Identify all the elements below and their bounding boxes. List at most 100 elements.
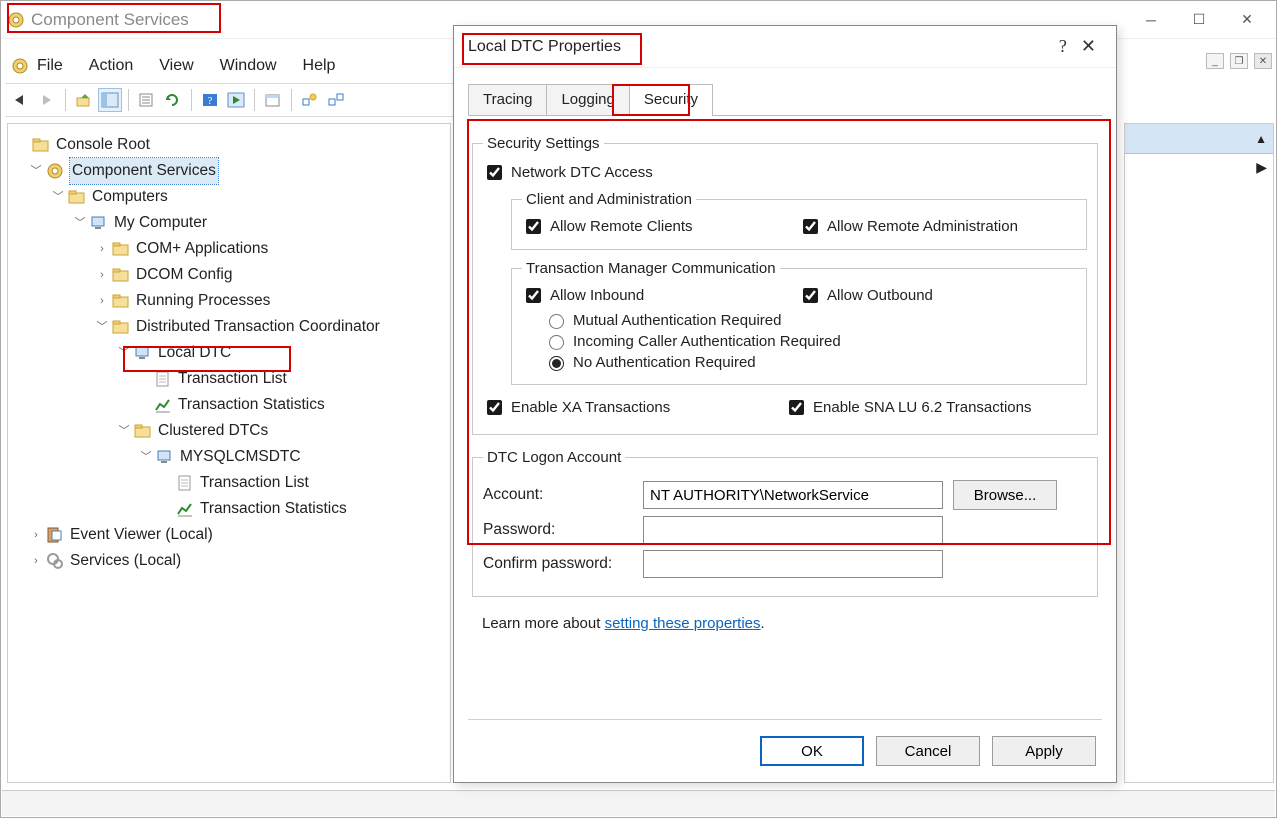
enable-xa-checkbox[interactable]: Enable XA Transactions: [483, 397, 785, 418]
auth-none-radio[interactable]: No Authentication Required: [544, 353, 1076, 371]
expand-twisty[interactable]: ›: [28, 522, 44, 548]
tree-node-running-processes[interactable]: › Running Processes: [12, 288, 446, 314]
checkbox-input[interactable]: [526, 288, 541, 303]
refresh-button[interactable]: [161, 88, 185, 112]
allow-outbound-checkbox[interactable]: Allow Outbound: [799, 285, 1076, 306]
tree-pane[interactable]: Console Root ﹀ Component Services ﹀ Comp…: [7, 123, 451, 783]
menu-action[interactable]: Action: [89, 57, 133, 75]
tree-node-event-viewer[interactable]: › Event Viewer (Local): [12, 522, 446, 548]
minimize-button[interactable]: ─: [1138, 10, 1164, 30]
expand-twisty[interactable]: ›: [28, 548, 44, 574]
account-input[interactable]: [643, 481, 943, 509]
show-hide-tree-button[interactable]: [98, 88, 122, 112]
expand-twisty[interactable]: ﹀: [72, 210, 88, 236]
expand-twisty[interactable]: ﹀: [28, 158, 44, 184]
tree-node-component-services[interactable]: ﹀ Component Services: [12, 158, 446, 184]
mdi-minimize-button[interactable]: _: [1206, 53, 1224, 69]
export-list-button[interactable]: [135, 88, 159, 112]
expand-twisty[interactable]: ﹀: [116, 340, 132, 366]
checkbox-input[interactable]: [803, 288, 818, 303]
auth-mutual-radio[interactable]: Mutual Authentication Required: [544, 311, 1076, 329]
client-admin-group: Client and Administration Allow Remote C…: [511, 191, 1087, 250]
tree-node-dcom-config[interactable]: › DCOM Config: [12, 262, 446, 288]
tree-node-transaction-stats[interactable]: Transaction Statistics: [12, 392, 446, 418]
tree-node-computers[interactable]: ﹀ Computers: [12, 184, 446, 210]
ok-button[interactable]: OK: [760, 736, 864, 766]
tree-node-com-applications[interactable]: › COM+ Applications: [12, 236, 446, 262]
expand-twisty[interactable]: ›: [94, 262, 110, 288]
toolbar-icon-a[interactable]: [298, 88, 322, 112]
tree-node-local-dtc[interactable]: ﹀ Local DTC: [12, 340, 446, 366]
expand-twisty[interactable]: ›: [94, 288, 110, 314]
tree-node-transaction-list-2[interactable]: Transaction List: [12, 470, 446, 496]
tree-node-services[interactable]: › Services (Local): [12, 548, 446, 574]
confirm-password-input[interactable]: [643, 550, 943, 578]
menu-view[interactable]: View: [159, 57, 193, 75]
enable-sna-checkbox[interactable]: Enable SNA LU 6.2 Transactions: [785, 397, 1087, 418]
tree-label: Computers: [92, 184, 168, 210]
cancel-button[interactable]: Cancel: [876, 736, 980, 766]
actions-header[interactable]: ▲: [1125, 124, 1273, 154]
dialog-titlebar: Local DTC Properties ? ✕: [454, 26, 1116, 68]
close-button[interactable]: ✕: [1234, 10, 1260, 30]
mdi-restore-button[interactable]: ❐: [1230, 53, 1248, 69]
chevron-up-icon: ▲: [1255, 132, 1267, 146]
dialog-close-button[interactable]: ✕: [1075, 36, 1102, 57]
radio-input[interactable]: [549, 356, 564, 371]
chevron-right-icon: ▶: [1256, 159, 1267, 176]
allow-remote-clients-checkbox[interactable]: Allow Remote Clients: [522, 216, 799, 237]
checkbox-input[interactable]: [789, 400, 804, 415]
apply-button[interactable]: Apply: [992, 736, 1096, 766]
forward-button[interactable]: [35, 88, 59, 112]
expand-twisty[interactable]: ﹀: [138, 444, 154, 470]
network-dtc-access-checkbox[interactable]: Network DTC Access: [483, 162, 1087, 183]
learn-prefix: Learn more about: [482, 615, 605, 632]
back-button[interactable]: [9, 88, 33, 112]
checkbox-input[interactable]: [487, 400, 502, 415]
tree-node-transaction-stats-2[interactable]: Transaction Statistics: [12, 496, 446, 522]
folder-icon: [112, 292, 130, 310]
dialog-help-button[interactable]: ?: [1051, 36, 1075, 57]
menu-window[interactable]: Window: [220, 57, 277, 75]
folder-icon: [134, 422, 152, 440]
document-icon: [154, 370, 172, 388]
tree-node-dtc[interactable]: ﹀ Distributed Transaction Coordinator: [12, 314, 446, 340]
play-button[interactable]: [224, 88, 248, 112]
actions-row[interactable]: ▶: [1125, 154, 1273, 180]
tree-node-console-root[interactable]: Console Root: [12, 132, 446, 158]
expand-twisty[interactable]: ﹀: [50, 184, 66, 210]
tree-node-mysqlcmsdtc[interactable]: ﹀ MYSQLCMSDTC: [12, 444, 446, 470]
password-input[interactable]: [643, 516, 943, 544]
tab-security[interactable]: Security: [629, 84, 713, 116]
dialog-title: Local DTC Properties: [468, 38, 621, 56]
menu-file[interactable]: File: [37, 57, 63, 75]
menu-help[interactable]: Help: [303, 57, 336, 75]
expand-twisty[interactable]: ›: [94, 236, 110, 262]
tab-logging[interactable]: Logging: [546, 84, 629, 116]
up-button[interactable]: [72, 88, 96, 112]
tree-node-my-computer[interactable]: ﹀ My Computer: [12, 210, 446, 236]
toolbar-icon-b[interactable]: [324, 88, 348, 112]
tree-node-clustered-dtcs[interactable]: ﹀ Clustered DTCs: [12, 418, 446, 444]
expand-twisty[interactable]: ﹀: [94, 314, 110, 340]
new-window-button[interactable]: [261, 88, 285, 112]
browse-button[interactable]: Browse...: [953, 480, 1057, 510]
mdi-close-button[interactable]: ✕: [1254, 53, 1272, 69]
tree-label: Console Root: [56, 132, 150, 158]
learn-more-link[interactable]: setting these properties: [605, 615, 761, 632]
gear-icon: [46, 162, 64, 180]
maximize-button[interactable]: ☐: [1186, 10, 1212, 30]
expand-twisty[interactable]: ﹀: [116, 418, 132, 444]
allow-inbound-checkbox[interactable]: Allow Inbound: [522, 285, 799, 306]
help-button[interactable]: ?: [198, 88, 222, 112]
checkbox-input[interactable]: [487, 165, 502, 180]
allow-remote-admin-checkbox[interactable]: Allow Remote Administration: [799, 216, 1076, 237]
tab-tracing[interactable]: Tracing: [468, 84, 547, 116]
auth-incoming-radio[interactable]: Incoming Caller Authentication Required: [544, 332, 1076, 350]
radio-input[interactable]: [549, 335, 564, 350]
local-dtc-properties-dialog: Local DTC Properties ? ✕ Tracing Logging…: [453, 25, 1117, 783]
checkbox-input[interactable]: [526, 219, 541, 234]
tree-node-transaction-list[interactable]: Transaction List: [12, 366, 446, 392]
radio-input[interactable]: [549, 314, 564, 329]
checkbox-input[interactable]: [803, 219, 818, 234]
